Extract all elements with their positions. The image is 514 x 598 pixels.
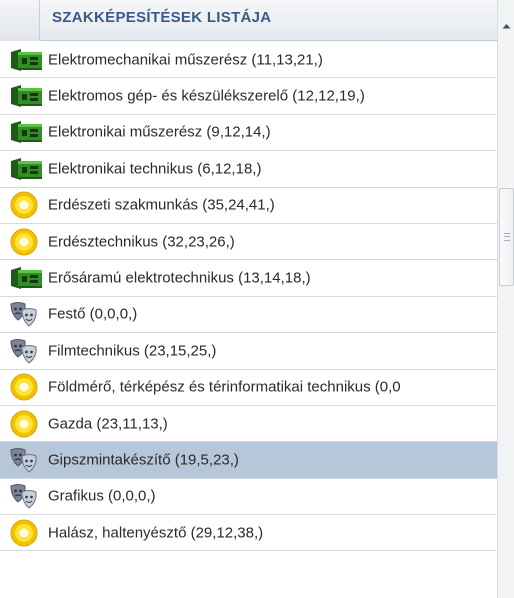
list-item[interactable]: Erdészeti szakmunkás (35,24,41,) [0,188,497,224]
list-item-label: Elektronikai technikus (6,12,18,) [48,160,262,178]
list-item[interactable]: Festő (0,0,0,) [0,297,497,334]
scrollbar-thumb[interactable] [499,188,514,286]
list-item[interactable]: Filmtechnikus (23,15,25,) [0,333,497,370]
theater-masks-icon [8,300,44,328]
sun-icon [8,191,44,219]
list-item-label: Festő (0,0,0,) [48,305,138,323]
list-item[interactable]: Gazda (23,11,13,) [0,406,497,443]
sun-icon [8,410,44,438]
list-item-label: Grafikus (0,0,0,) [48,487,156,505]
scroll-up-arrow-icon[interactable] [499,18,514,33]
list-item-label: Elektronikai műszerész (9,12,14,) [48,123,271,141]
qualifications-list-panel: SZAKKÉPESÍTÉSEK LISTÁJA Elektromechanika… [0,0,514,598]
list-item-label: Erősáramú elektrotechnikus (13,14,18,) [48,269,311,287]
scrollbar-grip-icon [504,233,510,241]
list-item[interactable]: Elektronikai műszerész (9,12,14,) [0,115,497,152]
sun-icon [8,373,44,401]
list-item[interactable]: Erősáramú elektrotechnikus (13,14,18,) [0,260,497,297]
list-item[interactable]: Földmérő, térképész és térinformatikai t… [0,370,497,406]
list-item[interactable]: Grafikus (0,0,0,) [0,479,497,516]
circuit-board-icon [8,46,44,74]
list-item[interactable]: Halász, haltenyésztő (29,12,38,) [0,515,497,552]
theater-masks-icon [8,337,44,365]
list-item-label: Gipszmintakészítő (19,5,23,) [48,451,239,469]
list-header: SZAKKÉPESÍTÉSEK LISTÁJA [0,0,497,41]
list-item-label: Elektromechanikai műszerész (11,13,21,) [48,51,323,69]
qualifications-list: Elektromechanikai műszerész (11,13,21,) E… [0,42,497,552]
list-item-label: Halász, haltenyésztő (29,12,38,) [48,524,264,542]
circuit-board-icon [8,82,44,110]
list-item-label: Földmérő, térképész és térinformatikai t… [48,378,401,396]
sun-icon [8,228,44,256]
circuit-board-icon [8,155,44,183]
vertical-scrollbar[interactable] [497,0,514,598]
list-item-label: Filmtechnikus (23,15,25,) [48,342,217,360]
circuit-board-icon [8,264,44,292]
list-item[interactable]: Elektromos gép- és készülékszerelő (12,1… [0,78,497,115]
list-item-label: Erdésztechnikus (32,23,26,) [48,233,235,251]
list-item[interactable]: Elektromechanikai műszerész (11,13,21,) [0,42,497,79]
list-item[interactable]: Elektronikai technikus (6,12,18,) [0,151,497,188]
header-icon-column [0,0,40,41]
list-item[interactable]: Gipszmintakészítő (19,5,23,) [0,442,497,479]
circuit-board-icon [8,118,44,146]
list-item-label: Erdészeti szakmunkás (35,24,41,) [48,196,275,214]
theater-masks-icon [8,446,44,474]
sun-icon [8,519,44,547]
list-title: SZAKKÉPESÍTÉSEK LISTÁJA [52,9,272,26]
list-item-label: Elektromos gép- és készülékszerelő (12,1… [48,87,365,105]
theater-masks-icon [8,482,44,510]
list-item-label: Gazda (23,11,13,) [48,415,168,433]
list-item[interactable]: Erdésztechnikus (32,23,26,) [0,224,497,261]
